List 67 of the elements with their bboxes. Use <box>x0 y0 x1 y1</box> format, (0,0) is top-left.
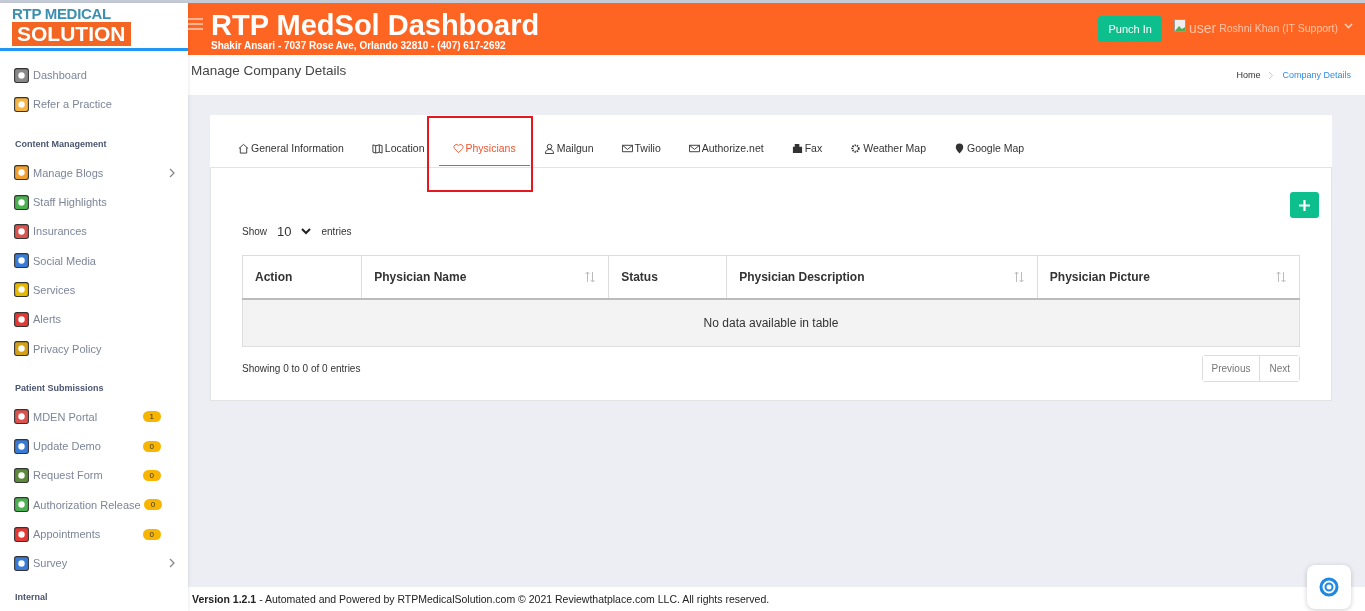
logo-text: RTP MEDICAL <box>12 6 112 22</box>
page-size-select[interactable]: 10 <box>273 224 316 239</box>
heart-icon <box>452 142 464 154</box>
sidebar-link[interactable]: MDEN Portal <box>33 410 140 423</box>
section-heading: Patient Submissions <box>14 382 105 396</box>
tab[interactable]: Location <box>357 131 439 166</box>
section-heading: Internal <box>14 591 49 604</box>
table-info: Showing 0 to 0 of 0 entries <box>242 363 361 374</box>
fax-icon <box>791 142 803 154</box>
pin-icon <box>954 142 965 154</box>
chevron-right-icon[interactable] <box>168 558 176 569</box>
caret-down-icon <box>301 228 312 235</box>
broken-image-icon <box>1173 19 1186 32</box>
app-title: RTP MedSol Dashboard <box>211 9 540 40</box>
home-icon <box>238 142 249 154</box>
sidebar-link[interactable]: Privacy Policy <box>33 342 176 355</box>
map-icon <box>371 142 383 154</box>
pagination-button[interactable]: Next <box>1259 356 1299 381</box>
punch-in-button[interactable]: Punch In <box>1098 16 1162 42</box>
logo-text: SOLUTION <box>12 22 131 46</box>
chevron-right-icon[interactable] <box>168 167 176 178</box>
sidebar-link[interactable]: Survey <box>33 557 165 570</box>
caret-down-icon[interactable] <box>1344 22 1353 29</box>
tab[interactable]: Physicians <box>438 131 530 166</box>
chevron-right-icon <box>1268 70 1275 80</box>
sidebar-link[interactable]: Manage Blogs <box>33 166 165 179</box>
page-title: Manage Company Details <box>191 62 347 78</box>
sidebar-link[interactable]: Social Media <box>33 254 176 267</box>
person-icon <box>543 142 555 154</box>
mail-icon <box>688 142 700 154</box>
help-button[interactable] <box>1307 565 1351 609</box>
avatar-alt-text: user <box>1188 20 1217 36</box>
show-label: Show <box>242 226 267 237</box>
add-button[interactable] <box>1290 192 1319 218</box>
count-badge: 0 <box>142 440 161 452</box>
count-badge: 0 <box>142 528 161 540</box>
gear-icon <box>850 142 862 154</box>
sidebar-link[interactable]: Services <box>33 283 176 296</box>
section-heading: Content Management <box>14 138 108 152</box>
count-badge: 0 <box>143 499 163 511</box>
empty-table-message: No data available in table <box>242 299 1300 347</box>
tab[interactable]: Authorize.net <box>674 131 778 166</box>
footer-text: Version 1.2.1 - Automated and Powered by RTPMedicalSolution.com © 2021 Reviewthatplace.com LLC. All rights reserved. <box>192 593 770 605</box>
tab[interactable]: Weather Map <box>836 131 940 166</box>
address-text: Shakir Ansari - 7037 Rose Ave, Orlando 32810 - (407) 617-2692 <box>211 39 507 51</box>
sidebar-link[interactable]: Update Demo <box>33 440 140 453</box>
entries-label: entries <box>321 226 352 237</box>
lifebuoy-icon <box>1319 577 1339 597</box>
tab[interactable]: Google Map <box>940 131 1039 166</box>
breadcrumb-link[interactable]: Company Details <box>1282 70 1351 80</box>
plus-icon <box>1299 199 1310 211</box>
sidebar-link[interactable]: Appointments <box>33 528 140 541</box>
breadcrumb-link[interactable]: Home <box>1236 70 1261 80</box>
sidebar-link[interactable]: Dashboard <box>33 69 176 82</box>
count-badge: 1 <box>142 411 161 423</box>
sidebar-link[interactable]: Refer a Practice <box>33 98 176 111</box>
tab[interactable]: Mailgun <box>529 131 608 166</box>
count-badge: 0 <box>142 469 161 481</box>
sidebar-link[interactable]: Staff Highlights <box>33 196 176 209</box>
tab[interactable]: Fax <box>777 131 837 166</box>
tab[interactable]: Twilio <box>607 131 675 166</box>
mail-icon <box>621 142 633 154</box>
sidebar-link[interactable]: Insurances <box>33 225 176 238</box>
tab[interactable]: General Information <box>224 131 358 166</box>
sidebar-link[interactable]: Alerts <box>33 313 176 326</box>
sidebar-link[interactable]: Request Form <box>33 469 140 482</box>
sidebar-link[interactable]: Authorization Release <box>33 498 141 511</box>
